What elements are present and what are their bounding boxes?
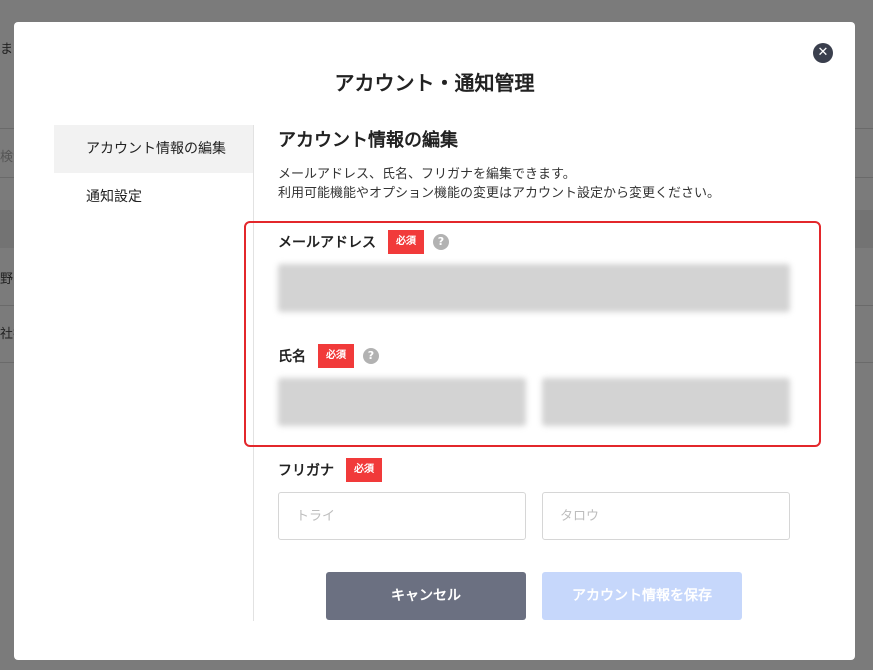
description-line: メールアドレス、氏名、フリガナを編集できます。 — [278, 167, 576, 182]
cancel-button[interactable]: キャンセル — [326, 572, 526, 620]
required-badge: 必須 — [318, 344, 354, 368]
sidebar-item-notification-settings[interactable]: 通知設定 — [54, 173, 253, 221]
help-icon[interactable]: ? — [363, 348, 379, 364]
description-line: 利用可能機能やオプション機能の変更はアカウント設定から変更ください。 — [278, 186, 721, 201]
account-settings-modal: ✕ アカウント・通知管理 アカウント情報の編集 通知設定 アカウント情報の編集 … — [14, 22, 855, 660]
kana-label: フリガナ — [278, 463, 334, 479]
last-name-kana-field[interactable] — [278, 492, 526, 540]
first-name-field[interactable] — [542, 378, 790, 426]
email-label: メールアドレス — [278, 235, 376, 251]
name-label-row: 氏名 必須 ? — [278, 344, 379, 368]
account-edit-panel: アカウント情報の編集 メールアドレス、氏名、フリガナを編集できます。 利用可能機… — [278, 126, 798, 203]
email-field[interactable] — [278, 264, 790, 312]
required-badge: 必須 — [346, 458, 382, 482]
kana-label-row: フリガナ 必須 — [278, 458, 382, 482]
first-name-kana-field[interactable] — [542, 492, 790, 540]
name-label: 氏名 — [278, 349, 306, 365]
section-title: アカウント情報の編集 — [278, 130, 458, 151]
sidebar-item-account-edit[interactable]: アカウント情報の編集 — [54, 125, 253, 173]
save-account-button[interactable]: アカウント情報を保存 — [542, 572, 742, 620]
close-icon[interactable]: ✕ — [813, 43, 833, 63]
background-text: 野 — [0, 272, 14, 287]
sidebar-divider — [253, 125, 254, 621]
email-label-row: メールアドレス 必須 ? — [278, 230, 449, 254]
modal-title: アカウント・通知管理 — [334, 71, 535, 95]
required-badge: 必須 — [388, 230, 424, 254]
section-description: メールアドレス、氏名、フリガナを編集できます。 利用可能機能やオプション機能の変… — [278, 165, 798, 203]
last-name-field[interactable] — [278, 378, 526, 426]
help-icon[interactable]: ? — [433, 234, 449, 250]
settings-sidebar: アカウント情報の編集 通知設定 — [54, 125, 253, 221]
